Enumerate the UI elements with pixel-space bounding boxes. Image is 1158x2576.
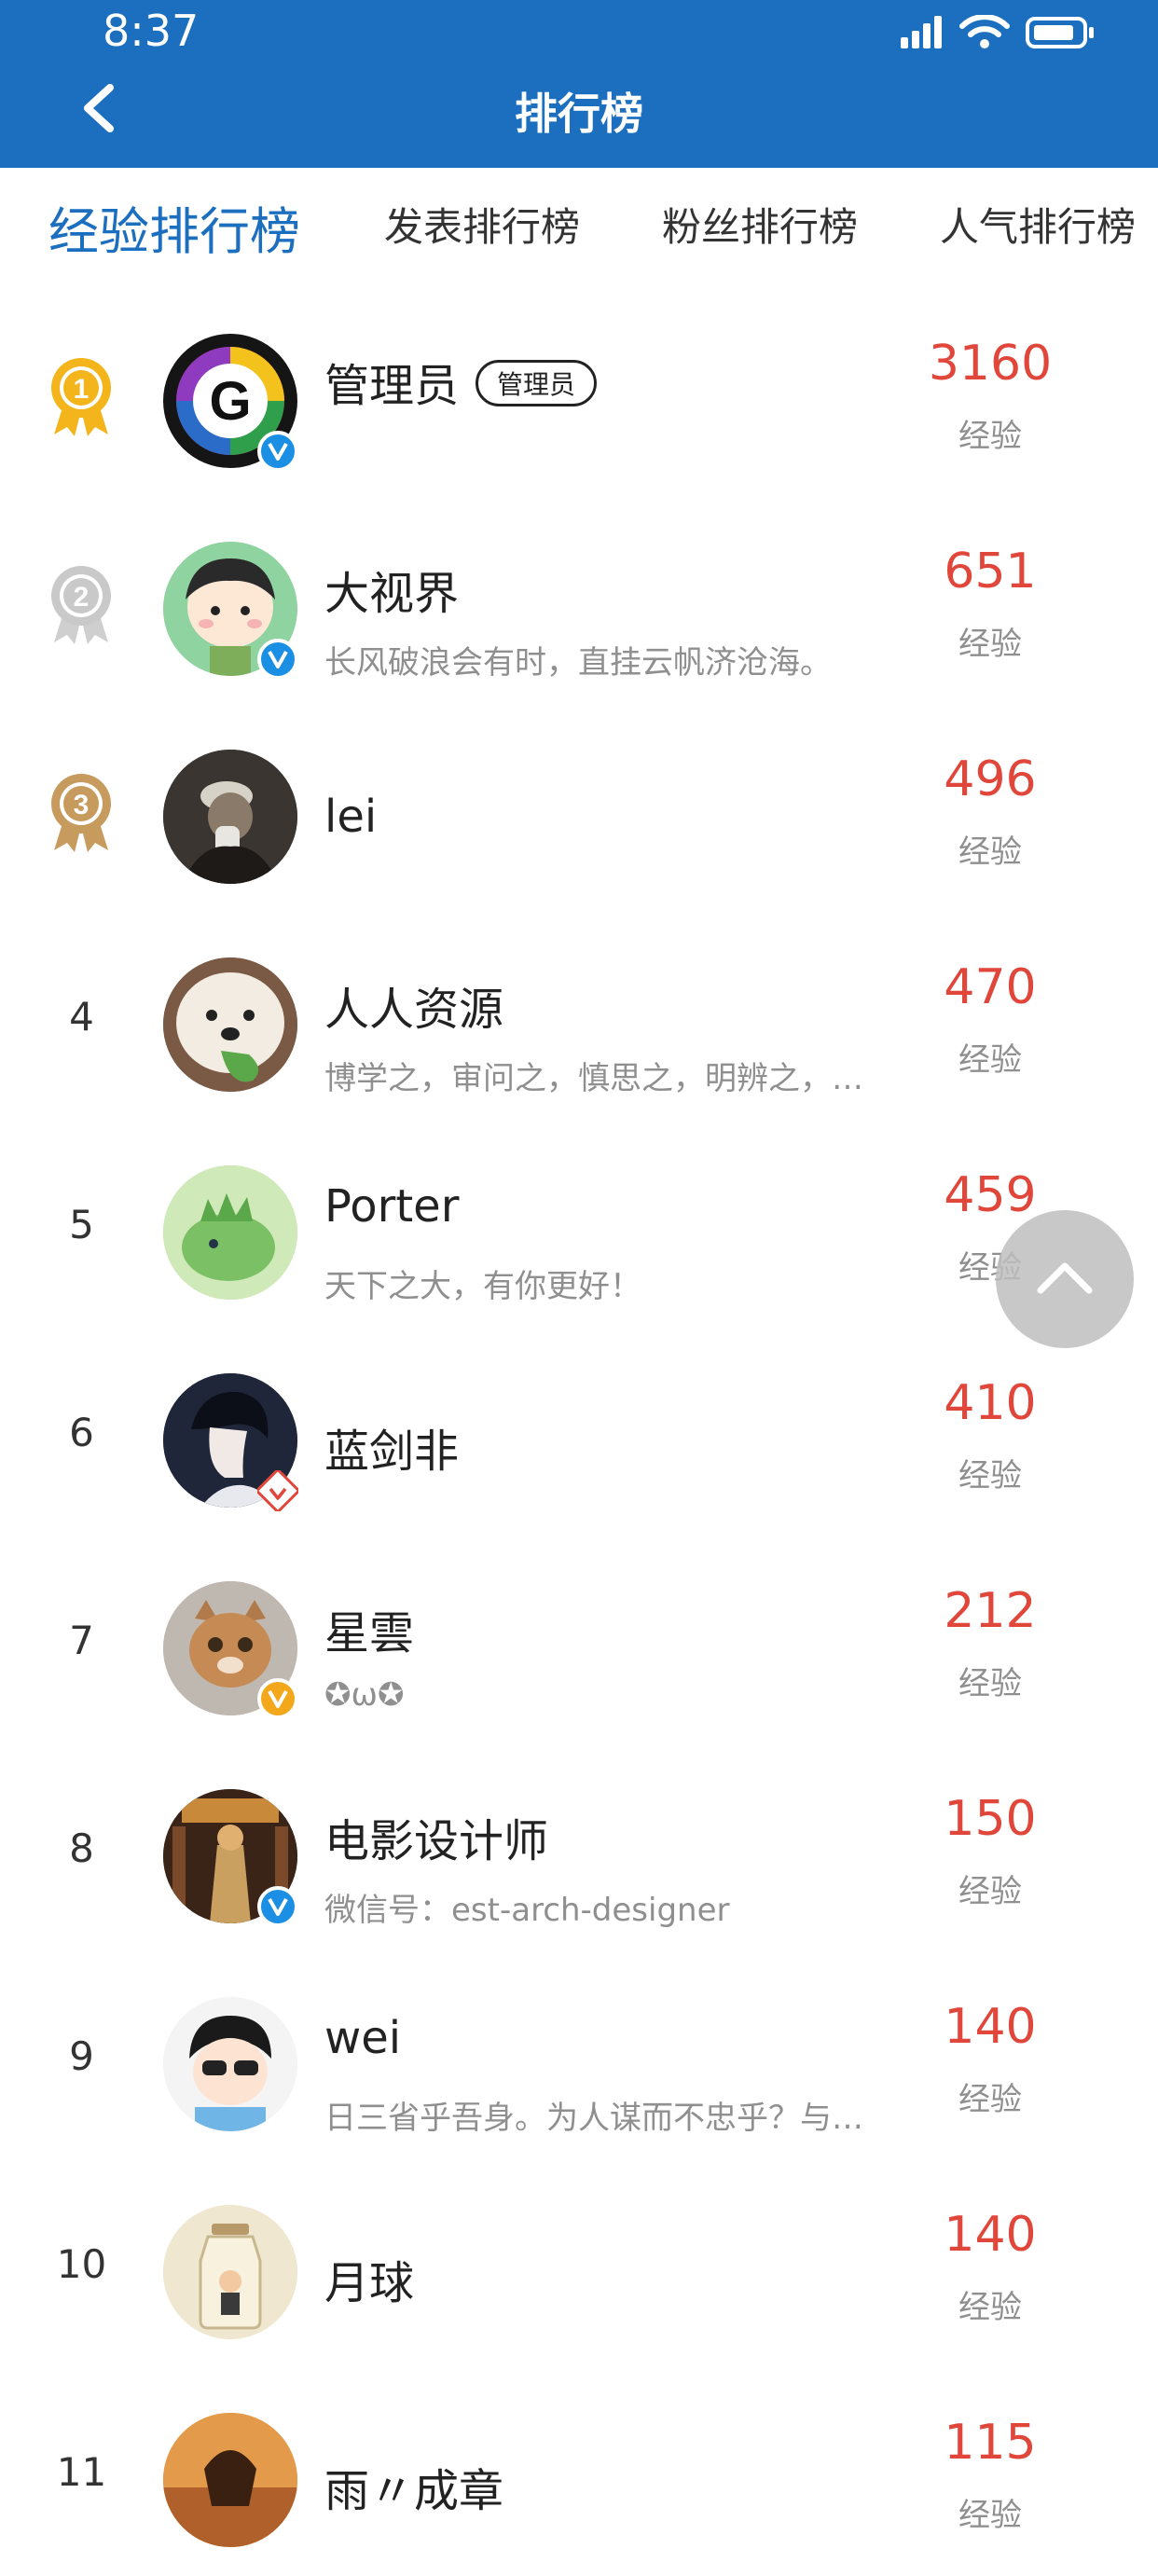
tab-post-ranking[interactable]: 发表排行榜 (384, 196, 580, 253)
medal-rank-text: 2 (74, 582, 90, 613)
rank-number: 6 (69, 1410, 94, 1455)
score-value: 651 (944, 544, 1037, 599)
score-label: 经验 (958, 1041, 1022, 1079)
score-label: 经验 (958, 418, 1022, 455)
page-title: 排行榜 (515, 89, 643, 139)
avatar[interactable] (163, 2413, 297, 2547)
user-name: 星雲 (324, 1607, 415, 1660)
verified-badge-icon (257, 1886, 298, 1927)
ranking-row[interactable]: 10 月球 140 经验 (0, 2160, 1158, 2368)
avatar[interactable] (163, 1165, 297, 1300)
ranking-row[interactable]: 2 大视界 长风破浪会有时，直挂云帆济沧海。 651 经验 (0, 497, 1158, 705)
avatar[interactable] (163, 1997, 297, 2131)
score-label: 经验 (958, 2497, 1022, 2534)
user-name: wei (324, 2012, 402, 2064)
user-signature: 长风破浪会有时，直挂云帆济沧海。 (324, 644, 832, 682)
avatar[interactable] (163, 750, 297, 884)
score-label: 经验 (958, 833, 1022, 871)
app-header: 8:37 排行榜 (0, 0, 1158, 168)
tab-fans-ranking[interactable]: 粉丝排行榜 (662, 196, 858, 253)
score-label: 经验 (958, 2289, 1022, 2326)
wifi-icon (959, 15, 1010, 48)
verified-badge-icon (257, 431, 298, 472)
rank-number: 10 (56, 2241, 107, 2287)
score-value: 140 (944, 1999, 1037, 2055)
verified-badge-icon (257, 639, 298, 680)
score-value: 115 (944, 2415, 1037, 2471)
score-label: 经验 (958, 626, 1022, 663)
user-name: 雨〃成章 (324, 2465, 504, 2517)
score-value: 496 (944, 751, 1037, 807)
rank-number: 4 (69, 994, 94, 1040)
rank-number: 8 (69, 1825, 94, 1871)
score-label: 经验 (958, 1873, 1022, 1910)
user-name: lei (324, 791, 378, 843)
user-name: Porter (324, 1180, 460, 1233)
score-value: 140 (944, 2207, 1037, 2263)
user-signature: 博学之，审问之，慎思之，明辨之，… (324, 1060, 863, 1097)
ranking-row[interactable]: 8 电影设计师 微信号：est-arch-designer 150 经验 (0, 1744, 1158, 1952)
ranking-row[interactable]: 7 星雲 ✪ω✪ 212 经验 (0, 1536, 1158, 1744)
svg-text:G: G (209, 371, 251, 432)
rank-number: 9 (69, 2033, 94, 2079)
tab-popularity-ranking[interactable]: 人气排行榜 (940, 196, 1136, 253)
ranking-row[interactable]: 11 雨〃成章 115 经验 (0, 2368, 1158, 2576)
ranking-row[interactable]: 3 lei 496 经验 (0, 705, 1158, 913)
rank-number: 7 (69, 1618, 94, 1663)
user-signature: 天下之大，有你更好！ (324, 1268, 641, 1305)
score-label: 经验 (958, 2081, 1022, 2118)
verified-badge-icon (257, 1678, 298, 1719)
score-value: 410 (944, 1375, 1037, 1431)
ranking-row[interactable]: 9 wei 日三省乎吾身。为人谋而不忠乎？与… 140 经验 (0, 1952, 1158, 2160)
chevron-up-icon (1037, 1262, 1093, 1294)
score-label: 经验 (958, 1665, 1022, 1702)
user-name: 月球 (324, 2257, 415, 2309)
ranking-row[interactable]: 4 人人资源 博学之，审问之，慎思之，明辨之，… 470 经验 (0, 913, 1158, 1121)
user-signature: ✪ω✪ (324, 1676, 405, 1714)
ranking-row[interactable]: 6 蓝剑非 410 经验 (0, 1329, 1158, 1536)
rank-number: 5 (69, 1202, 94, 1247)
gold-medal-icon: 1 (51, 358, 111, 436)
score-value: 212 (944, 1583, 1037, 1639)
user-name: 大视界 (324, 568, 460, 620)
signal-icon (901, 16, 942, 48)
admin-tag: 管理员 (476, 360, 598, 406)
user-name: 电影设计师 (324, 1815, 549, 1867)
avatar[interactable] (163, 957, 297, 1092)
user-name: 人人资源 (324, 984, 504, 1036)
scroll-top-button[interactable] (996, 1210, 1134, 1348)
ranking-row[interactable]: 1 G 管理员 管理员 3160 经验 (0, 289, 1158, 497)
user-name: 管理员 管理员 (324, 349, 598, 414)
battery-icon (1026, 17, 1094, 48)
user-name: 蓝剑非 (324, 1426, 460, 1478)
user-signature: 日三省乎吾身。为人谋而不忠乎？与… (324, 2100, 863, 2137)
score-value: 3160 (928, 336, 1053, 392)
score-label: 经验 (958, 1457, 1022, 1495)
bronze-medal-icon: 3 (51, 774, 111, 852)
medal-rank-text: 1 (74, 374, 90, 405)
ranking-row[interactable]: 5 Porter 天下之大，有你更好！ 459 经验 (0, 1121, 1158, 1329)
verified-badge-icon (257, 1470, 298, 1511)
user-signature: 微信号：est-arch-designer (324, 1892, 730, 1929)
rank-number: 11 (56, 2449, 107, 2495)
tab-bar: 经验排行榜 发表排行榜 粉丝排行榜 人气排行榜 (0, 168, 1158, 289)
score-value: 150 (944, 1791, 1037, 1847)
avatar[interactable] (163, 2205, 297, 2339)
status-time: 8:37 (103, 6, 200, 56)
score-value: 470 (944, 959, 1037, 1015)
tab-experience-ranking[interactable]: 经验排行榜 (48, 190, 300, 264)
medal-rank-text: 3 (74, 790, 90, 820)
silver-medal-icon: 2 (51, 566, 111, 644)
status-icons (901, 15, 1094, 48)
